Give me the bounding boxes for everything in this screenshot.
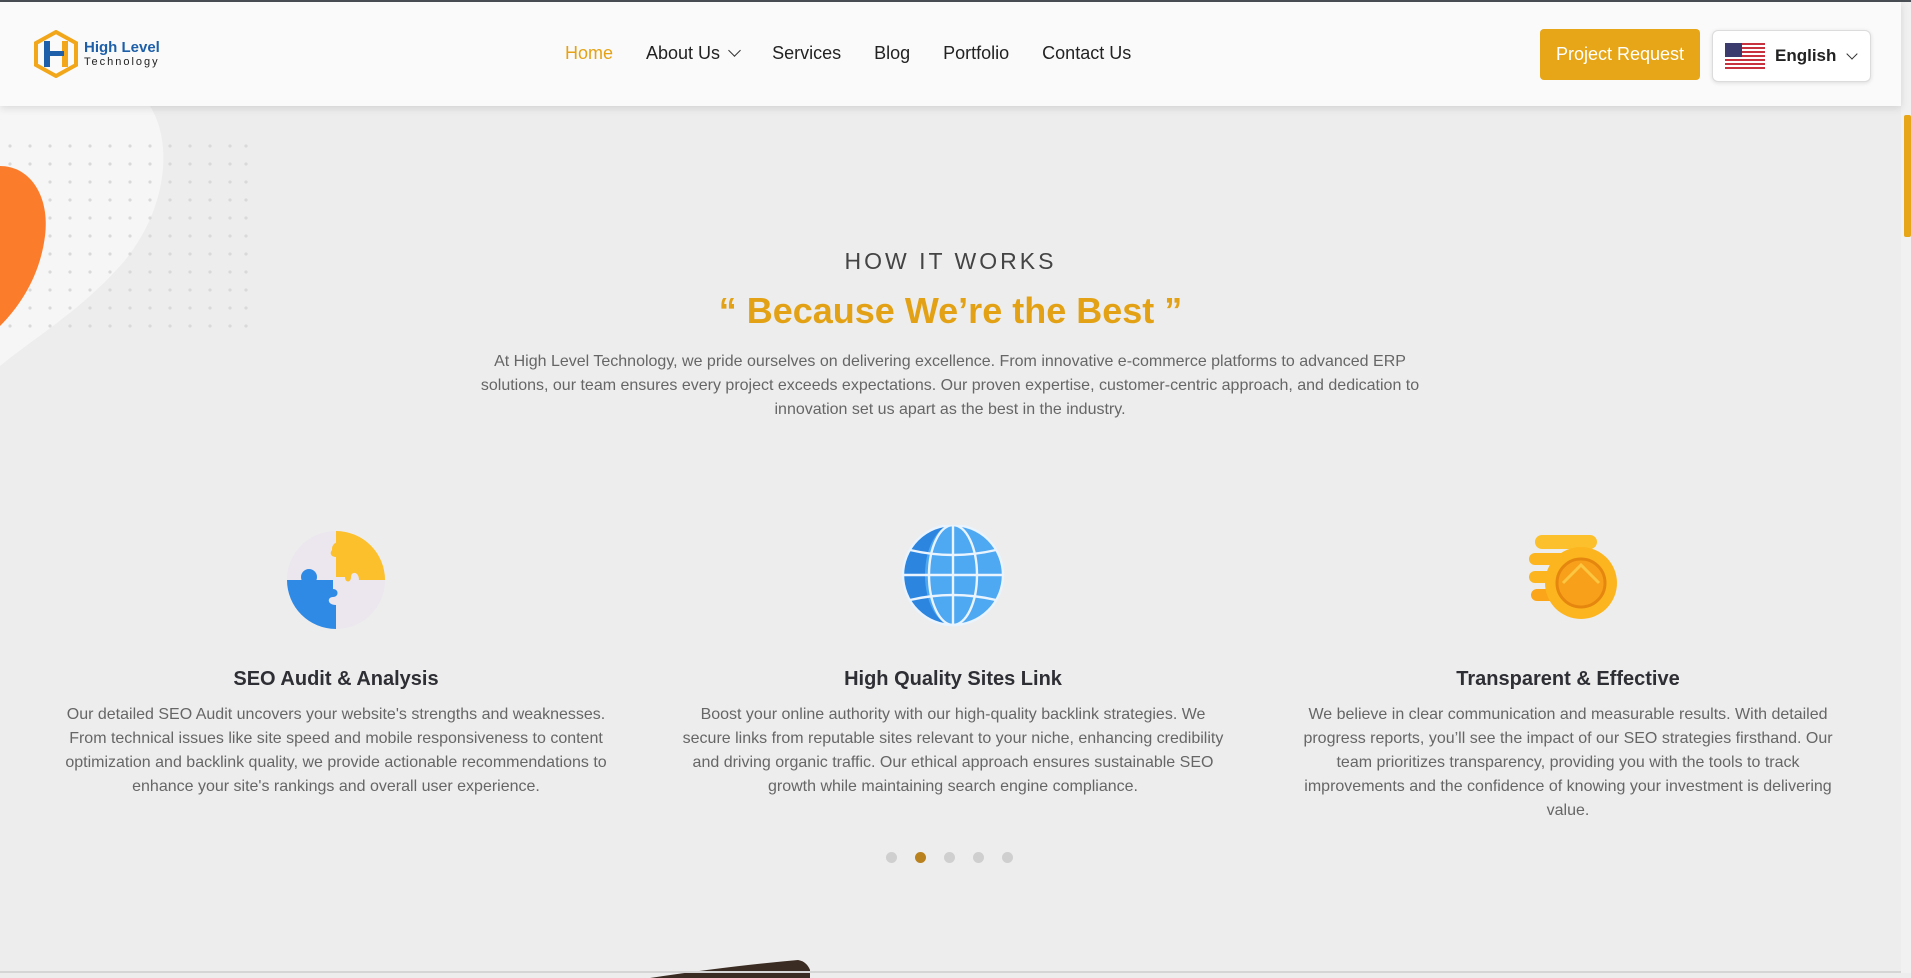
card-title: High Quality Sites Link — [844, 668, 1062, 690]
nav-item-portfolio[interactable]: Portfolio — [943, 43, 1009, 64]
carousel-dot[interactable] — [973, 852, 984, 863]
nav-item-label: About Us — [646, 43, 721, 63]
coin-icon — [1529, 535, 1617, 619]
decorative-background-shape — [0, 106, 248, 366]
language-selector[interactable]: English — [1712, 30, 1871, 82]
logo-name-line2: Technology — [84, 56, 160, 68]
feature-card-transparent: Transparent & Effective We believe in cl… — [1288, 525, 1848, 823]
us-flag-icon — [1725, 43, 1765, 69]
feature-card-seo-audit: SEO Audit & Analysis Our detailed SEO Au… — [56, 525, 616, 799]
nav-item-label: Contact Us — [1042, 43, 1132, 63]
carousel-pagination — [886, 852, 1013, 863]
nav-item-label: Blog — [874, 43, 911, 63]
puzzle-icon — [287, 531, 385, 629]
section-title: “ Because We’re the Best ” — [718, 290, 1183, 331]
project-request-button[interactable]: Project Request — [1540, 29, 1700, 80]
section-description: At High Level Technology, we pride ourse… — [480, 353, 1420, 418]
card-text: Boost your online authority with our hig… — [682, 706, 1224, 795]
chevron-down-icon — [1846, 47, 1859, 60]
nav-item-home[interactable]: Home — [565, 43, 613, 64]
next-section-image-edge — [650, 960, 810, 978]
brand-logo[interactable]: High Level Technology — [34, 30, 160, 78]
carousel-dot-active[interactable] — [915, 852, 926, 863]
nav-item-label: Home — [565, 43, 614, 63]
logo-mark-icon — [34, 30, 78, 78]
logo-name-line1: High Level — [84, 39, 160, 56]
scrollbar-thumb[interactable] — [1904, 115, 1911, 237]
site-header: High Level Technology Home About Us Serv… — [0, 2, 1901, 106]
chevron-down-icon — [728, 44, 741, 57]
carousel-dot[interactable] — [886, 852, 897, 863]
nav-item-label: Services — [772, 43, 842, 63]
card-title: SEO Audit & Analysis — [233, 668, 439, 690]
main-nav: Home About Us Services Blog Portfolio Co… — [565, 43, 1164, 64]
card-text: We believe in clear communication and me… — [1303, 706, 1833, 819]
card-title: Transparent & Effective — [1456, 668, 1680, 690]
section-subtitle: HOW IT WORKS — [844, 248, 1057, 274]
nav-item-blog[interactable]: Blog — [874, 43, 910, 64]
card-text: Our detailed SEO Audit uncovers your web… — [65, 706, 607, 795]
nav-item-about-us[interactable]: About Us — [646, 43, 741, 64]
globe-icon — [901, 523, 1005, 627]
feature-card-quality-links: High Quality Sites Link Boost your onlin… — [673, 523, 1233, 799]
nav-item-services[interactable]: Services — [772, 43, 841, 64]
carousel-dot[interactable] — [1002, 852, 1013, 863]
language-label: English — [1775, 46, 1837, 65]
nav-item-label: Portfolio — [943, 43, 1010, 63]
nav-item-contact-us[interactable]: Contact Us — [1042, 43, 1131, 64]
carousel-dot[interactable] — [944, 852, 955, 863]
